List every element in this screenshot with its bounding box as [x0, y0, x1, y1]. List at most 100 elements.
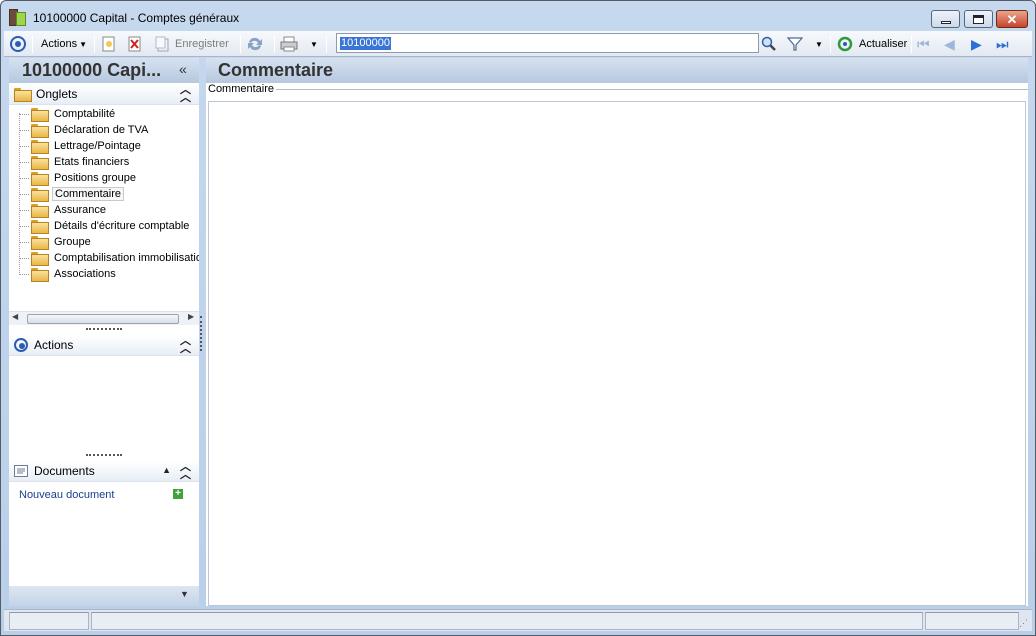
status-bar: ⋰ [4, 609, 1032, 631]
minimize-button[interactable] [931, 10, 960, 28]
first-record-icon: ⏮ [917, 35, 930, 52]
double-chevron-up-icon[interactable]: ︿ ︿ [180, 336, 191, 355]
actions-menu-button[interactable]: Actions ▼ [41, 31, 87, 57]
toolbar-separator [94, 35, 95, 53]
open-folder-icon [31, 188, 49, 202]
filter-icon [787, 37, 803, 51]
print-button[interactable] [280, 31, 298, 57]
previous-record-icon: ◀ [944, 35, 955, 52]
folder-icon [31, 252, 49, 266]
search-input[interactable] [337, 34, 758, 52]
tree-item-positions-groupe[interactable]: Positions groupe [19, 170, 138, 186]
tree-item-label: Lettrage/Pointage [54, 140, 141, 152]
tree-item-declaration-tva[interactable]: Déclaration de TVA [19, 122, 150, 138]
double-chevron-up-icon[interactable]: ︿ ︿ [180, 462, 191, 481]
delete-record-button[interactable] [127, 31, 143, 57]
new-record-button[interactable] [101, 31, 117, 57]
main-window: 10100000 Capital - Comptes généraux ✕ Ac… [0, 0, 1036, 636]
tree-item-label: Groupe [54, 236, 91, 248]
folder-icon [31, 220, 49, 234]
chevron-down-icon: ▼ [815, 39, 823, 49]
comment-textarea-frame [208, 101, 1026, 606]
left-pane-footer: ▼ [9, 586, 199, 606]
toolbar-separator [32, 35, 33, 53]
scrollbar-thumb[interactable] [27, 314, 179, 324]
comment-textarea[interactable] [209, 102, 1025, 605]
tree-item-label: Assurance [54, 204, 106, 216]
app-icon [9, 9, 27, 26]
status-cell [91, 612, 923, 630]
filter-button[interactable] [787, 31, 803, 57]
tree-item-label: Positions groupe [54, 172, 136, 184]
refresh-button[interactable]: Actualiser [837, 31, 907, 57]
first-record-button[interactable]: ⏮ [917, 31, 930, 57]
tree-item-comptabilite[interactable]: Comptabilité [19, 106, 117, 122]
chevron-down-icon: ▼ [79, 39, 87, 49]
scroll-right-icon[interactable]: ▶ [188, 312, 194, 321]
tree-horizontal-scrollbar[interactable]: ◀ ▶ [9, 311, 199, 325]
tree-item-details-ecriture[interactable]: Détails d'écriture comptable [19, 218, 191, 234]
documents-section-header[interactable]: Documents ▲ ︿ ︿ [9, 461, 199, 482]
tabs-tree: Comptabilité Déclaration de TVA Lettrage… [9, 105, 199, 310]
chevron-up-icon[interactable]: ▲ [162, 465, 171, 475]
add-document-icon[interactable]: + [173, 489, 183, 499]
double-chevron-up-icon[interactable]: ︿ ︿ [180, 85, 191, 104]
scroll-left-icon[interactable]: ◀ [12, 312, 18, 321]
toolbar-separator [911, 35, 912, 53]
tree-item-commentaire[interactable]: Commentaire [19, 186, 125, 202]
search-box[interactable]: 10100000 [336, 33, 759, 53]
section-resize-grip[interactable] [86, 454, 122, 456]
left-pane-header: 10100000 Capi... « [9, 58, 199, 83]
search-selected-text: 10100000 [340, 37, 391, 50]
sync-button[interactable] [246, 31, 264, 57]
toolbar-separator [240, 35, 241, 53]
toolbar-separator [830, 35, 831, 53]
save-label: Enregistrer [175, 38, 229, 50]
resize-grip-icon[interactable]: ⋰ [1019, 618, 1028, 629]
maximize-button[interactable] [964, 10, 993, 28]
tree-item-label: Commentaire [52, 187, 125, 201]
comment-group-label: Commentaire [208, 83, 277, 95]
collapse-pane-icon[interactable]: « [179, 61, 187, 77]
actions-label: Actions [41, 38, 78, 50]
chevron-down-icon: ▼ [310, 39, 318, 49]
last-record-button[interactable]: ⏭ [996, 31, 1009, 57]
tree-item-groupe[interactable]: Groupe [19, 234, 93, 250]
folder-icon [31, 268, 49, 282]
filter-options-button[interactable]: ▼ [813, 31, 823, 57]
next-record-button[interactable]: ▶ [971, 31, 982, 57]
tree-item-label: Etats financiers [54, 156, 130, 168]
tree-item-label: Comptabilisation immobilisations [54, 252, 199, 264]
target-icon [10, 36, 26, 52]
actions-section-label: Actions [34, 338, 74, 352]
refresh-label: Actualiser [859, 38, 908, 50]
tree-item-assurance[interactable]: Assurance [19, 202, 108, 218]
page-title: Commentaire [218, 60, 334, 80]
tree-item-etats-financiers[interactable]: Etats financiers [19, 154, 131, 170]
tree-item-label: Comptabilité [54, 108, 116, 120]
maximize-icon [973, 14, 984, 24]
search-button[interactable] [761, 31, 777, 57]
tree-item-lettrage[interactable]: Lettrage/Pointage [19, 138, 143, 154]
tree-item-label: Détails d'écriture comptable [54, 220, 190, 232]
delete-icon [128, 36, 141, 52]
folder-icon [31, 156, 49, 170]
actions-section-header[interactable]: Actions ︿ ︿ [9, 335, 199, 356]
navigation-menu-button[interactable] [10, 31, 26, 57]
print-options-button[interactable]: ▼ [308, 31, 318, 57]
previous-record-button[interactable]: ◀ [944, 31, 955, 57]
section-resize-grip[interactable] [86, 328, 122, 330]
folder-icon [31, 108, 49, 122]
printer-icon [280, 36, 298, 52]
folder-icon [31, 172, 49, 186]
new-document-icon [102, 36, 115, 52]
save-button[interactable]: Enregistrer [155, 31, 229, 57]
chevron-down-icon[interactable]: ▼ [180, 589, 189, 599]
tabs-section-header[interactable]: Onglets ︿ ︿ [9, 84, 199, 105]
close-button[interactable]: ✕ [996, 10, 1028, 28]
search-icon [761, 36, 776, 51]
pane-splitter[interactable] [200, 316, 202, 351]
new-document-link[interactable]: Nouveau document [19, 489, 114, 501]
tree-item-comptabilisation-immobilisations[interactable]: Comptabilisation immobilisations [19, 250, 199, 266]
tree-item-associations[interactable]: Associations [19, 266, 118, 282]
